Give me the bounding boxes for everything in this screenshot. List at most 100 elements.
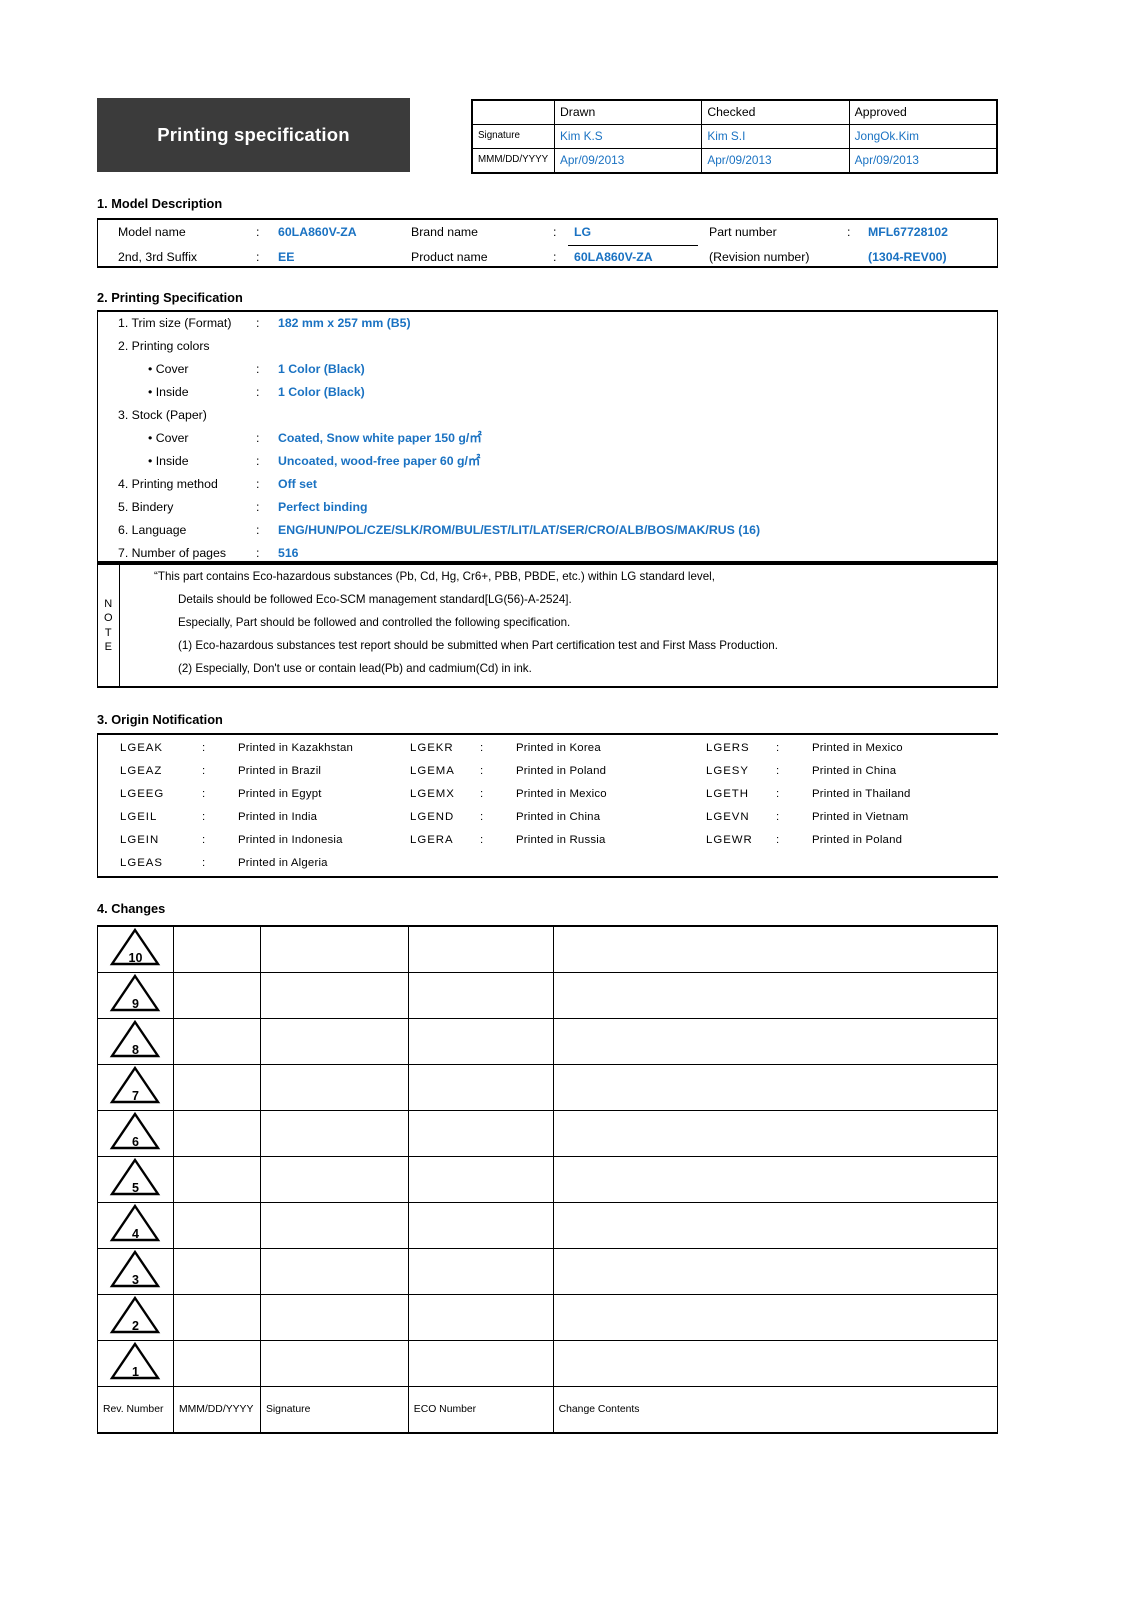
table-row: 9 bbox=[97, 972, 999, 1019]
table-row: 10 bbox=[97, 925, 999, 973]
revision-triangle-icon: 3 bbox=[109, 1249, 161, 1289]
approval-corner-cell bbox=[472, 100, 555, 125]
revision-date-cell-4[interactable] bbox=[172, 1202, 261, 1249]
revision-triangle-icon: 5 bbox=[109, 1157, 161, 1197]
origin-colon-LGETH: : bbox=[776, 788, 780, 800]
spec-colon-9: : bbox=[256, 500, 260, 514]
revision-contents-cell-2[interactable] bbox=[552, 1294, 999, 1341]
revision-contents-cell-3[interactable] bbox=[552, 1248, 999, 1295]
note-line-5: (2) Especially, Don't use or contain lea… bbox=[178, 662, 532, 675]
revision-number-label: 3 bbox=[131, 1273, 139, 1287]
revision-contents-cell-8[interactable] bbox=[552, 1018, 999, 1065]
table-row: 3 bbox=[97, 1248, 999, 1295]
revision-date-cell-9[interactable] bbox=[172, 972, 261, 1019]
approval-table: Drawn Checked Approved Signature Kim K.S… bbox=[471, 99, 998, 174]
revision-date-cell-3[interactable] bbox=[172, 1248, 261, 1295]
revision-signature-cell-7[interactable] bbox=[259, 1064, 409, 1111]
spec-colon-7: : bbox=[256, 454, 260, 468]
origin-colon-LGEIN: : bbox=[202, 834, 206, 846]
revision-date-cell-1[interactable] bbox=[172, 1340, 261, 1387]
note-vertical-label: N O T E bbox=[98, 565, 120, 686]
revision-date-cell-2[interactable] bbox=[172, 1294, 261, 1341]
origin-code-LGEIN: LGEIN bbox=[120, 834, 160, 846]
revision-eco-cell-7[interactable] bbox=[407, 1064, 554, 1111]
revision-eco-cell-2[interactable] bbox=[407, 1294, 554, 1341]
brand-name-value: LG bbox=[574, 225, 592, 239]
changes-footer-label-3: ECO Number bbox=[407, 1386, 554, 1433]
revision-date-cell-10[interactable] bbox=[172, 925, 261, 973]
origin-colon-LGEIL: : bbox=[202, 811, 206, 823]
revision-number-label: 4 bbox=[131, 1227, 139, 1241]
revision-date-cell-6[interactable] bbox=[172, 1110, 261, 1157]
brand-name-label: Brand name bbox=[411, 225, 478, 239]
spec-value-6: Coated, Snow white paper 150 g/㎡ bbox=[278, 431, 482, 445]
revision-signature-cell-9[interactable] bbox=[259, 972, 409, 1019]
printing-specification-panel: 1. Trim size (Format): 182 mm x 257 mm (B… bbox=[97, 310, 998, 563]
revision-date-cell-7[interactable] bbox=[172, 1064, 261, 1111]
revision-signature-cell-5[interactable] bbox=[259, 1156, 409, 1203]
revision-eco-cell-10[interactable] bbox=[407, 925, 554, 973]
revision-eco-cell-5[interactable] bbox=[407, 1156, 554, 1203]
date-approved: Apr/09/2013 bbox=[848, 148, 998, 173]
revision-eco-cell-9[interactable] bbox=[407, 972, 554, 1019]
note-line-1: “This part contains Eco-hazardous substa… bbox=[154, 570, 715, 583]
changes-footer-label-2: Signature bbox=[259, 1386, 409, 1433]
note-letter-t: T bbox=[104, 626, 113, 639]
spec-value-4: 1 Color (Black) bbox=[278, 385, 365, 399]
spec-label-1: 1. Trim size (Format) bbox=[118, 316, 232, 330]
origin-code-LGEEG: LGEEG bbox=[120, 788, 165, 800]
revision-contents-cell-1[interactable] bbox=[552, 1340, 999, 1387]
revision-contents-cell-7[interactable] bbox=[552, 1064, 999, 1111]
page-title: Printing specification bbox=[157, 124, 350, 145]
spec-label-9: 5. Bindery bbox=[118, 500, 174, 514]
revision-marker-cell-6: 6 bbox=[97, 1110, 174, 1157]
spec-value-10: ENG/HUN/POL/CZE/SLK/ROM/BUL/EST/LIT/LAT/… bbox=[278, 523, 761, 537]
revision-triangle-icon: 9 bbox=[109, 973, 161, 1013]
origin-colon-LGEND: : bbox=[480, 811, 484, 823]
revision-eco-cell-6[interactable] bbox=[407, 1110, 554, 1157]
revision-triangle-icon: 8 bbox=[109, 1019, 161, 1059]
origin-country-LGETH: Printed in Thailand bbox=[812, 788, 911, 800]
spec-label-6: • Cover bbox=[148, 431, 189, 445]
approval-column-approved: Approved bbox=[848, 100, 998, 125]
revision-marker-cell-3: 3 bbox=[97, 1248, 174, 1295]
revision-contents-cell-10[interactable] bbox=[552, 925, 999, 973]
revision-contents-cell-4[interactable] bbox=[552, 1202, 999, 1249]
origin-colon-LGEMX: : bbox=[480, 788, 484, 800]
spec-value-1: 182 mm x 257 mm (B5) bbox=[278, 316, 411, 330]
revision-eco-cell-1[interactable] bbox=[407, 1340, 554, 1387]
revision-signature-cell-1[interactable] bbox=[259, 1340, 409, 1387]
revision-signature-cell-3[interactable] bbox=[259, 1248, 409, 1295]
revision-contents-cell-9[interactable] bbox=[552, 972, 999, 1019]
revision-marker-cell-10: 10 bbox=[97, 925, 174, 973]
spec-colon-11: : bbox=[256, 546, 260, 560]
changes-footer-label-0: Rev. Number bbox=[97, 1386, 174, 1433]
revision-eco-cell-3[interactable] bbox=[407, 1248, 554, 1295]
revision-triangle-icon: 1 bbox=[109, 1341, 161, 1381]
revision-date-cell-5[interactable] bbox=[172, 1156, 261, 1203]
revision-date-cell-8[interactable] bbox=[172, 1018, 261, 1065]
revision-signature-cell-10[interactable] bbox=[259, 925, 409, 973]
revision-number-value: (1304-REV00) bbox=[868, 250, 947, 264]
revision-eco-cell-8[interactable] bbox=[407, 1018, 554, 1065]
origin-country-LGEIN: Printed in Indonesia bbox=[238, 834, 343, 846]
revision-contents-cell-5[interactable] bbox=[552, 1156, 999, 1203]
table-row: 8 bbox=[97, 1018, 999, 1065]
section-title-printing-specification: 2. Printing Specification bbox=[97, 290, 243, 305]
spec-value-9: Perfect binding bbox=[278, 500, 368, 514]
model-name-colon: : bbox=[256, 225, 260, 239]
origin-country-LGEMX: Printed in Mexico bbox=[516, 788, 607, 800]
revision-number-label: 6 bbox=[131, 1135, 139, 1149]
origin-colon-LGEEG: : bbox=[202, 788, 206, 800]
revision-triangle-icon: 4 bbox=[109, 1203, 161, 1243]
signature-approved: JongOk.Kim bbox=[848, 124, 998, 149]
origin-code-LGEVN: LGEVN bbox=[706, 811, 750, 823]
spec-label-10: 6. Language bbox=[118, 523, 187, 537]
revision-signature-cell-6[interactable] bbox=[259, 1110, 409, 1157]
revision-signature-cell-2[interactable] bbox=[259, 1294, 409, 1341]
origin-code-LGEAK: LGEAK bbox=[120, 742, 163, 754]
revision-contents-cell-6[interactable] bbox=[552, 1110, 999, 1157]
revision-signature-cell-8[interactable] bbox=[259, 1018, 409, 1065]
revision-signature-cell-4[interactable] bbox=[259, 1202, 409, 1249]
revision-eco-cell-4[interactable] bbox=[407, 1202, 554, 1249]
